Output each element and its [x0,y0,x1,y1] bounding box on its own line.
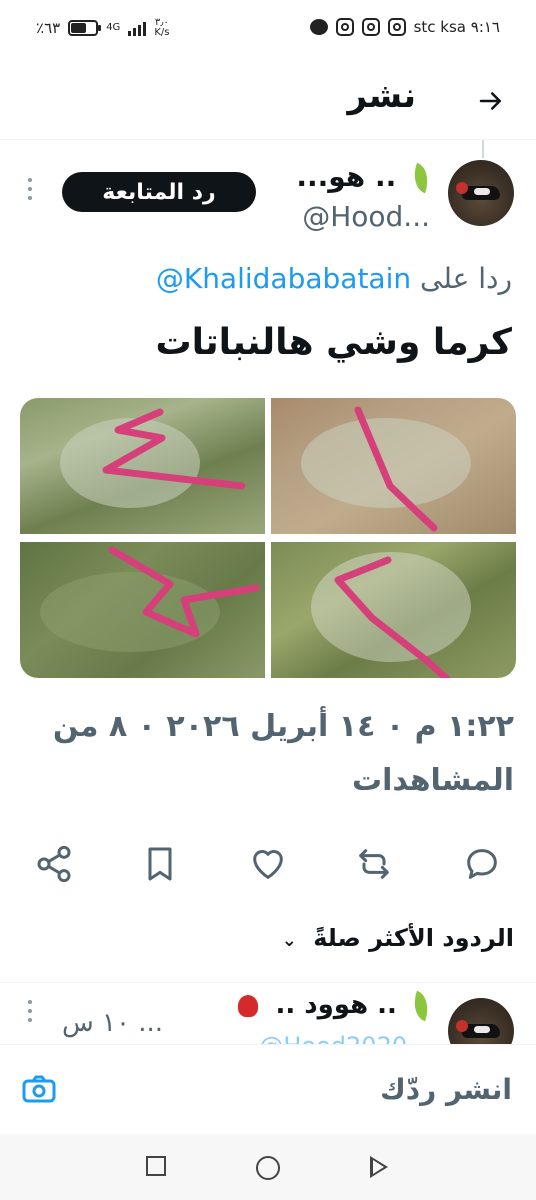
follow-back-button[interactable]: رد المتابعة [62,172,256,212]
reply-compose-bar: انشر ردّك [0,1044,536,1134]
page-header: نشر [0,60,536,140]
replies-sort-dropdown[interactable]: الردود الأكثر صلةً ⌄ [282,924,514,952]
reply-prefix: ردا على [420,262,512,295]
reply-author-name[interactable]: .. هوود .. [230,990,434,1021]
reply-to-line: ردا على @Khalidababatain [156,262,512,295]
arrow-right-icon[interactable] [476,86,506,116]
reply-input[interactable]: انشر ردّك [380,1073,512,1106]
battery-percent: ٪٦٣ [36,19,61,37]
leaf-emoji-icon [408,990,434,1021]
battery-icon [68,20,102,36]
thread-line [482,140,484,158]
net-speed: ٣٫٠ K/s [154,17,170,38]
carrier-time: stc ksa ٩:١٦ [413,18,500,36]
leaf-emoji-icon [408,162,434,194]
rose-emoji-icon [238,994,259,1017]
home-button[interactable] [256,1156,280,1180]
bookmark-icon[interactable] [140,844,180,884]
replies-sort-label: الردود الأكثر صلةً [313,924,514,952]
avatar[interactable] [448,160,514,226]
status-bar-left: ٪٦٣ 4G ٣٫٠ K/s [36,18,169,38]
signal-icon [128,20,147,36]
author-name[interactable]: .. هو... [296,160,434,194]
chevron-down-icon: ⌄ [281,930,297,951]
reply-icon[interactable] [462,844,502,884]
share-icon[interactable] [34,844,74,884]
reply-time: ... ١٠ س [62,1008,164,1038]
tweet-text: كرما وشي هالنباتات [155,322,512,363]
retweet-icon[interactable] [354,844,394,884]
pink-annotation-strokes [102,406,452,678]
system-nav-bar [0,1134,536,1200]
author-handle[interactable]: @Hood... [302,200,430,233]
instagram-notification-icon [335,18,354,36]
instagram-notification-icon-2 [361,18,380,36]
network-type: 4G [106,22,121,33]
instagram-notification-icon-3 [387,18,406,36]
page-title: نشر [347,76,416,116]
status-bar-right: stc ksa ٩:١٦ [309,18,500,36]
back-button[interactable] [370,1156,388,1178]
reply-mention-link[interactable]: @Khalidababatain [156,262,411,295]
tweet-timestamp: ١:٢٢ م ٠ ١٤ أبريل ٢٠٢٦ ٠ ٨ من المشاهدات [52,709,514,798]
chat-notification-icon [309,19,328,35]
status-bar: ٪٦٣ 4G ٣٫٠ K/s stc ksa ٩:١٦ [0,0,536,60]
reply-more-options-icon[interactable] [28,1000,32,1027]
battery-fill [71,23,87,33]
tweet-actions [0,830,536,900]
media-grid [20,398,516,678]
more-options-icon[interactable] [28,178,34,205]
camera-icon[interactable] [22,1075,56,1103]
recent-apps-button[interactable] [146,1156,166,1176]
heart-icon[interactable] [248,844,288,884]
divider [0,982,536,983]
